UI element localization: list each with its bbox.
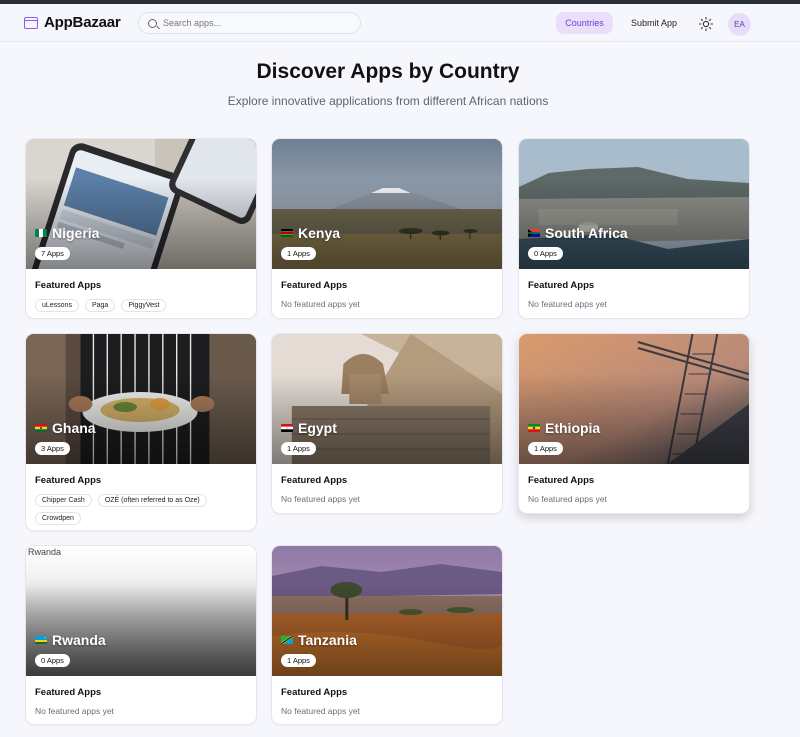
app-chip[interactable]: Paga — [85, 299, 115, 312]
page-subtitle: Explore innovative applications from dif… — [0, 94, 776, 108]
no-featured-apps-text: No featured apps yet — [528, 494, 740, 504]
country-title: Tanzania — [281, 632, 357, 648]
kenya-flag-icon — [281, 229, 293, 237]
apps-count-badge: 0 Apps — [528, 247, 563, 260]
nav-submit-app-button[interactable]: Submit App — [623, 12, 685, 34]
featured-apps-label: Featured Apps — [35, 280, 247, 291]
country-card-rwanda[interactable]: Rwanda Rwanda 0 Apps Featured Apps No fe… — [25, 545, 257, 725]
search-input[interactable] — [163, 18, 343, 28]
theme-toggle-button[interactable] — [698, 16, 714, 32]
page-title: Discover Apps by Country — [0, 60, 776, 84]
apps-count-badge: 1 Apps — [528, 442, 563, 455]
app-chip[interactable]: uLessons — [35, 299, 79, 312]
apps-count-badge: 1 Apps — [281, 442, 316, 455]
featured-apps-label: Featured Apps — [35, 687, 247, 698]
country-name: Nigeria — [52, 225, 99, 241]
country-title: South Africa — [528, 225, 628, 241]
sun-icon — [698, 16, 714, 32]
tanzania-flag-icon — [281, 636, 293, 644]
country-name: Rwanda — [52, 632, 106, 648]
broken-image-alt-text: Rwanda — [28, 547, 61, 557]
country-card-ethiopia[interactable]: Ethiopia 1 Apps Featured Apps No feature… — [518, 333, 750, 514]
brand[interactable]: AppBazaar — [24, 14, 121, 31]
nav-countries-button[interactable]: Countries — [556, 12, 613, 34]
country-title: Rwanda — [35, 632, 106, 648]
featured-apps-label: Featured Apps — [528, 280, 740, 291]
navbar: AppBazaar Countries Submit App EA — [0, 4, 800, 42]
app-chip[interactable]: OZÉ (often referred to as Oze) — [98, 494, 207, 507]
country-name: Ghana — [52, 420, 96, 436]
no-featured-apps-text: No featured apps yet — [281, 706, 493, 716]
nigeria-flag-icon — [35, 229, 47, 237]
country-card-egypt[interactable]: Egypt 1 Apps Featured Apps No featured a… — [271, 333, 503, 514]
ethiopia-flag-icon — [528, 424, 540, 432]
featured-apps-label: Featured Apps — [35, 475, 247, 486]
search-icon — [148, 19, 157, 28]
featured-apps-label: Featured Apps — [281, 475, 493, 486]
user-avatar[interactable]: EA — [728, 13, 751, 36]
featured-apps-list: Chipper Cash OZÉ (often referred to as O… — [35, 494, 247, 525]
country-card-nigeria[interactable]: Nigeria 7 Apps Featured Apps uLessons Pa… — [25, 138, 257, 319]
country-name: South Africa — [545, 225, 628, 241]
apps-count-badge: 1 Apps — [281, 654, 316, 667]
no-featured-apps-text: No featured apps yet — [528, 299, 740, 309]
country-name: Egypt — [298, 420, 337, 436]
egypt-flag-icon — [281, 424, 293, 432]
apps-count-badge: 3 Apps — [35, 442, 70, 455]
app-chip[interactable]: Chipper Cash — [35, 494, 92, 507]
no-featured-apps-text: No featured apps yet — [281, 299, 493, 309]
featured-apps-label: Featured Apps — [281, 687, 493, 698]
south-africa-flag-icon — [528, 229, 540, 237]
country-title: Ghana — [35, 420, 96, 436]
country-title: Nigeria — [35, 225, 99, 241]
country-name: Kenya — [298, 225, 340, 241]
country-name: Ethiopia — [545, 420, 600, 436]
app-chip[interactable]: PiggyVest — [121, 299, 166, 312]
search-box[interactable] — [138, 12, 361, 34]
ghana-flag-icon — [35, 424, 47, 432]
country-title: Kenya — [281, 225, 340, 241]
no-featured-apps-text: No featured apps yet — [35, 706, 247, 716]
country-name: Tanzania — [298, 632, 357, 648]
apps-count-badge: 1 Apps — [281, 247, 316, 260]
country-card-tanzania[interactable]: Tanzania 1 Apps Featured Apps No feature… — [271, 545, 503, 725]
rwanda-flag-icon — [35, 636, 47, 644]
country-title: Ethiopia — [528, 420, 600, 436]
apps-count-badge: 0 Apps — [35, 654, 70, 667]
featured-apps-list: uLessons Paga PiggyVest — [35, 299, 247, 312]
country-card-south-africa[interactable]: South Africa 0 Apps Featured Apps No fea… — [518, 138, 750, 319]
app-chip[interactable]: Crowdpen — [35, 512, 81, 525]
app-window-icon — [24, 17, 38, 29]
country-card-ghana[interactable]: Ghana 3 Apps Featured Apps Chipper Cash … — [25, 333, 257, 531]
featured-apps-label: Featured Apps — [281, 280, 493, 291]
country-title: Egypt — [281, 420, 337, 436]
brand-name: AppBazaar — [44, 14, 121, 31]
featured-apps-label: Featured Apps — [528, 475, 740, 486]
country-card-kenya[interactable]: Kenya 1 Apps Featured Apps No featured a… — [271, 138, 503, 319]
no-featured-apps-text: No featured apps yet — [281, 494, 493, 504]
apps-count-badge: 7 Apps — [35, 247, 70, 260]
